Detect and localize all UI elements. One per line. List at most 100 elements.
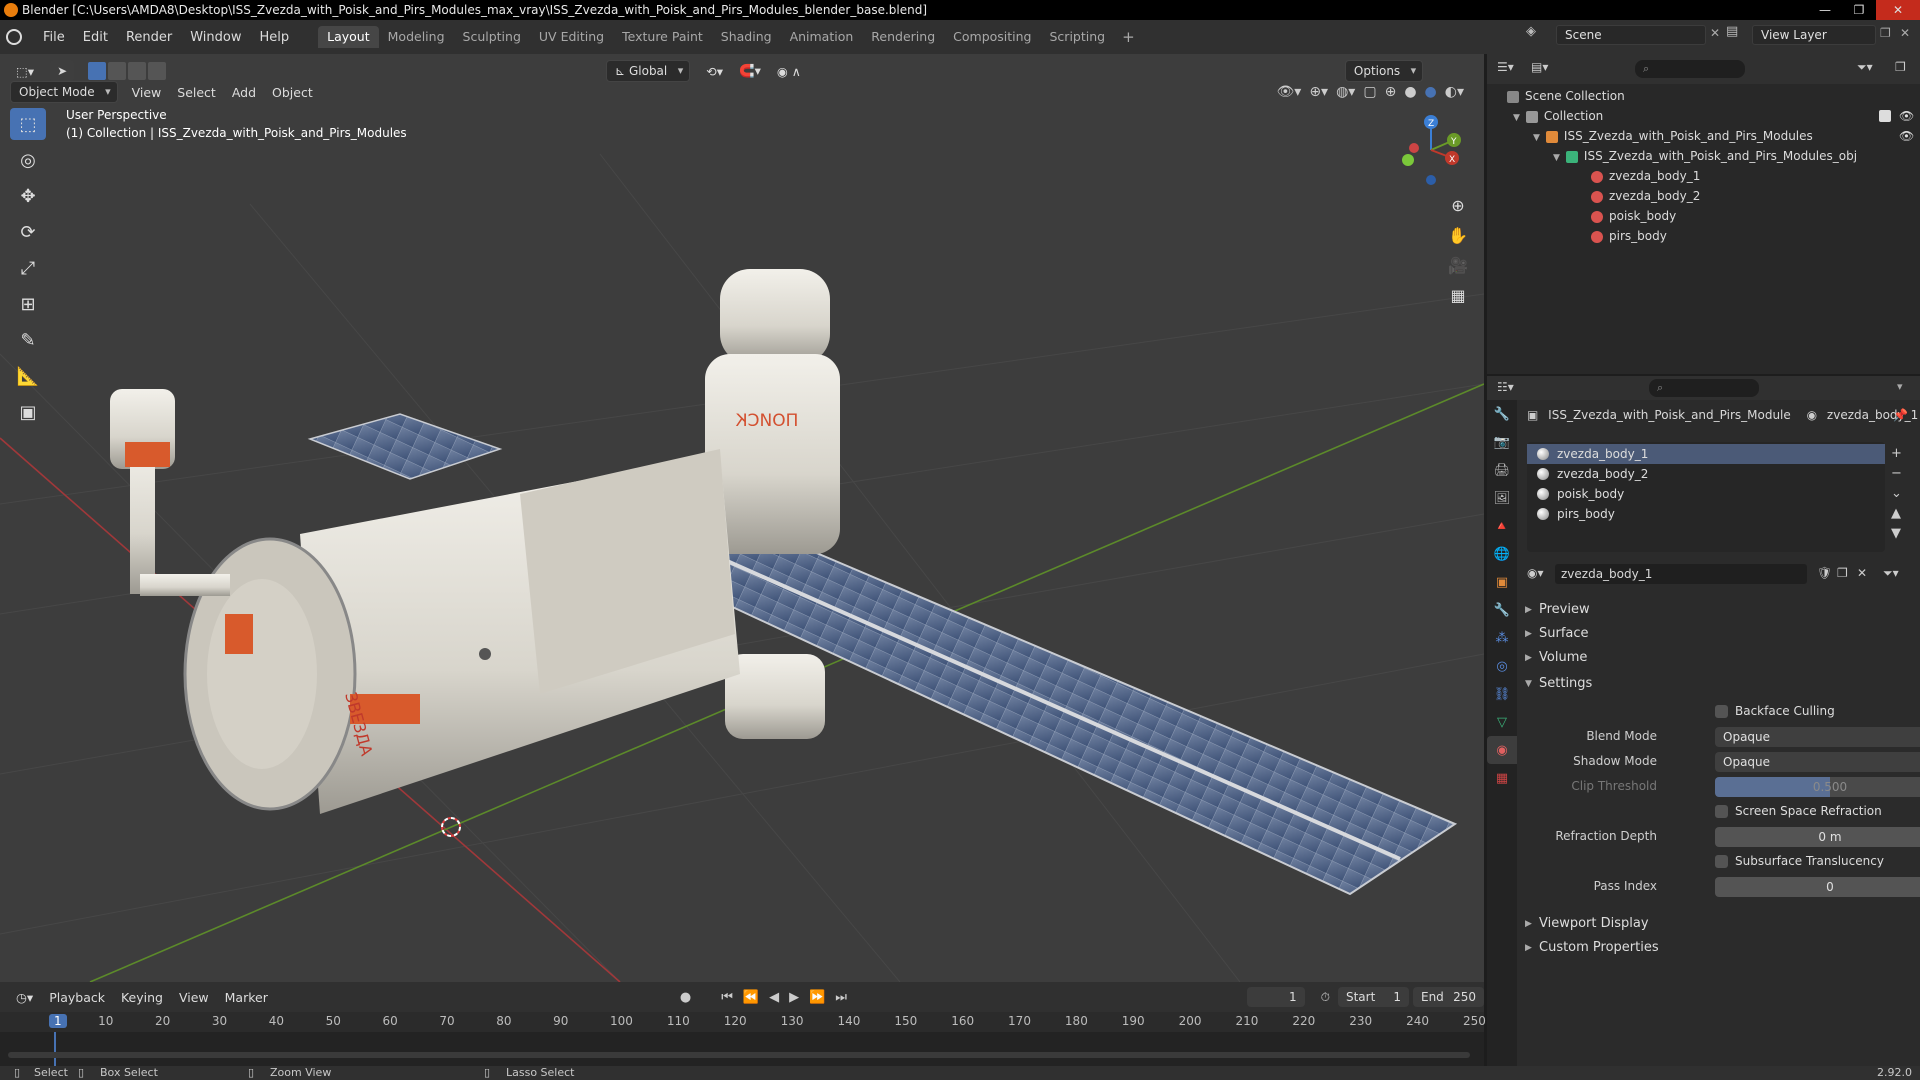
view-layer-new-icon[interactable]: ❐	[1880, 26, 1891, 40]
scene-tab-icon[interactable]: 🔺	[1487, 512, 1517, 540]
pin-icon[interactable]: 📌	[1893, 408, 1908, 422]
add-workspace-icon[interactable]: +	[1114, 26, 1143, 48]
pan-hand-icon[interactable]: ✋	[1443, 220, 1473, 250]
next-keyframe-icon[interactable]: ⏩	[809, 990, 825, 1005]
visibility-icon[interactable]: 👁▾	[1277, 84, 1302, 100]
transform-tool-icon[interactable]: ⊞	[10, 288, 46, 320]
duplicate-material-icon[interactable]: ❐	[1837, 566, 1848, 580]
world-tab-icon[interactable]: 🌐	[1487, 540, 1517, 568]
viewport-menu-add[interactable]: Add	[224, 85, 264, 100]
object-visibility-icon[interactable]: 👁	[1899, 126, 1914, 146]
scale-tool-icon[interactable]: ⤢	[10, 252, 46, 284]
tab-scripting[interactable]: Scripting	[1041, 26, 1115, 48]
move-tool-icon[interactable]: ✥	[10, 180, 46, 212]
timeline-ruler[interactable]: 1 10 20 30 40 50 60 70 80 90 100 110 120 130 140 150 160…	[0, 1012, 1486, 1066]
navigation-gizmo[interactable]: Z Y X	[1396, 110, 1466, 190]
blend-mode-dropdown[interactable]: Opaque	[1715, 727, 1920, 747]
view-layer-icon[interactable]: ▤	[1726, 24, 1744, 42]
expand-icon[interactable]: ▼	[1553, 153, 1560, 163]
play-icon[interactable]: ▶	[789, 990, 799, 1005]
outliner-scene-collection[interactable]: Scene Collection	[1487, 86, 1920, 106]
settings-panel-header[interactable]: Settings	[1517, 672, 1917, 696]
tool-tab-icon[interactable]: 🔧	[1487, 400, 1517, 428]
display-mode-icon[interactable]: ▤▾	[1531, 60, 1548, 74]
rendered-shading-icon[interactable]: ◐▾	[1445, 84, 1464, 100]
shadow-mode-dropdown[interactable]: Opaque	[1715, 752, 1920, 772]
material-name-field[interactable]: zvezda_body_1	[1555, 564, 1807, 584]
material-slot[interactable]: poisk_body	[1527, 484, 1885, 504]
modifier-tab-icon[interactable]: 🔧	[1487, 596, 1517, 624]
tab-layout[interactable]: Layout	[318, 26, 379, 48]
clip-threshold-slider[interactable]: 0.500	[1715, 777, 1920, 797]
rotate-tool-icon[interactable]: ⟳	[10, 216, 46, 248]
object-mode-dropdown[interactable]: Object Mode	[10, 81, 118, 103]
prev-keyframe-icon[interactable]: ⏪	[743, 990, 759, 1005]
blender-menu-icon[interactable]	[6, 29, 22, 45]
panel-custom-properties[interactable]: Custom Properties	[1517, 936, 1917, 960]
texture-tab-icon[interactable]: ▦	[1487, 764, 1517, 792]
physics-tab-icon[interactable]: ◎	[1487, 652, 1517, 680]
tab-modeling[interactable]: Modeling	[379, 26, 454, 48]
unlink-material-icon[interactable]: ✕	[1857, 566, 1867, 580]
maximize-icon[interactable]: ❐	[1842, 0, 1876, 20]
tab-sculpting[interactable]: Sculpting	[454, 26, 530, 48]
timeline-scrollbar[interactable]	[8, 1052, 1470, 1058]
editor-type-icon[interactable]: ⬚▾	[8, 64, 42, 79]
outliner-material-item[interactable]: zvezda_body_2	[1487, 186, 1920, 206]
select-box-tool-icon[interactable]: ⬚	[10, 108, 46, 140]
gizmo-toggle-icon[interactable]: ⊕▾	[1309, 84, 1328, 100]
outliner-editor-icon[interactable]: ☰▾	[1497, 60, 1514, 74]
properties-search-input[interactable]: ⌕	[1649, 379, 1759, 397]
view-layer-field[interactable]: View Layer	[1752, 25, 1876, 45]
timeline-menu-playback[interactable]: Playback	[41, 990, 113, 1005]
scene-close-icon[interactable]: ✕	[1710, 26, 1720, 40]
outliner-material-item[interactable]: poisk_body	[1487, 206, 1920, 226]
panel-volume[interactable]: Volume	[1517, 646, 1917, 670]
viewport-menu-view[interactable]: View	[124, 85, 170, 100]
outliner-object[interactable]: ▼ ISS_Zvezda_with_Poisk_and_Pirs_Modules …	[1487, 126, 1920, 146]
material-tab-icon[interactable]: ◉	[1487, 736, 1517, 764]
menu-help[interactable]: Help	[251, 30, 299, 45]
output-tab-icon[interactable]: 🖨	[1487, 456, 1517, 484]
panel-surface[interactable]: Surface	[1517, 622, 1917, 646]
expand-icon[interactable]: ▼	[1513, 113, 1520, 123]
timeline-editor-icon[interactable]: ◷▾	[8, 990, 41, 1005]
tab-compositing[interactable]: Compositing	[944, 26, 1040, 48]
tab-animation[interactable]: Animation	[781, 26, 863, 48]
outliner-mesh[interactable]: ▼ ISS_Zvezda_with_Poisk_and_Pirs_Modules_…	[1487, 146, 1920, 166]
pass-index-field[interactable]: 0	[1715, 877, 1920, 897]
expand-icon[interactable]: ▼	[1533, 133, 1540, 143]
timeline-menu-marker[interactable]: Marker	[217, 990, 276, 1005]
menu-window[interactable]: Window	[181, 30, 250, 45]
fake-user-icon[interactable]: 🛡	[1817, 566, 1832, 580]
object-data-tab-icon[interactable]: ▽	[1487, 708, 1517, 736]
measure-tool-icon[interactable]: 📐	[10, 360, 46, 392]
view-layer-close-icon[interactable]: ✕	[1900, 26, 1910, 40]
move-slot-up-icon[interactable]: ▲	[1891, 504, 1902, 524]
panel-preview[interactable]: Preview	[1517, 598, 1917, 622]
timeline-menu-view[interactable]: View	[171, 990, 217, 1005]
particles-tab-icon[interactable]: ⁂	[1487, 624, 1517, 652]
tab-uv-editing[interactable]: UV Editing	[530, 26, 613, 48]
properties-editor-icon[interactable]: ☷▾	[1497, 380, 1514, 394]
add-slot-icon[interactable]: +	[1891, 444, 1902, 464]
menu-file[interactable]: File	[34, 30, 74, 45]
slot-specials-icon[interactable]: ⌄	[1891, 484, 1902, 504]
outliner-collection[interactable]: ▼ Collection 👁	[1487, 106, 1920, 126]
material-browse-icon[interactable]: ◉▾	[1527, 566, 1544, 580]
properties-options-icon[interactable]: ▾	[1897, 380, 1903, 393]
zoom-icon[interactable]: ⊕	[1443, 190, 1473, 220]
3d-viewport[interactable]: ПОИСК ЗВЕЗДА	[0, 54, 1484, 982]
end-frame-field[interactable]: End 250	[1412, 987, 1484, 1007]
preview-range-icon[interactable]: ⏱	[1321, 990, 1330, 1005]
cursor-tool-icon[interactable]: ◎	[10, 144, 46, 176]
jump-end-icon[interactable]: ⏭	[835, 990, 847, 1005]
material-slot[interactable]: pirs_body	[1527, 504, 1885, 524]
subsurface-translucency-checkbox[interactable]	[1715, 855, 1728, 868]
close-icon[interactable]: ✕	[1876, 0, 1920, 20]
minimize-icon[interactable]: —	[1808, 0, 1842, 20]
material-slot[interactable]: zvezda_body_2	[1527, 464, 1885, 484]
backface-culling-checkbox[interactable]	[1715, 705, 1728, 718]
collection-visibility-icon[interactable]: 👁	[1899, 106, 1914, 126]
add-cube-tool-icon[interactable]: ▣	[10, 396, 46, 428]
